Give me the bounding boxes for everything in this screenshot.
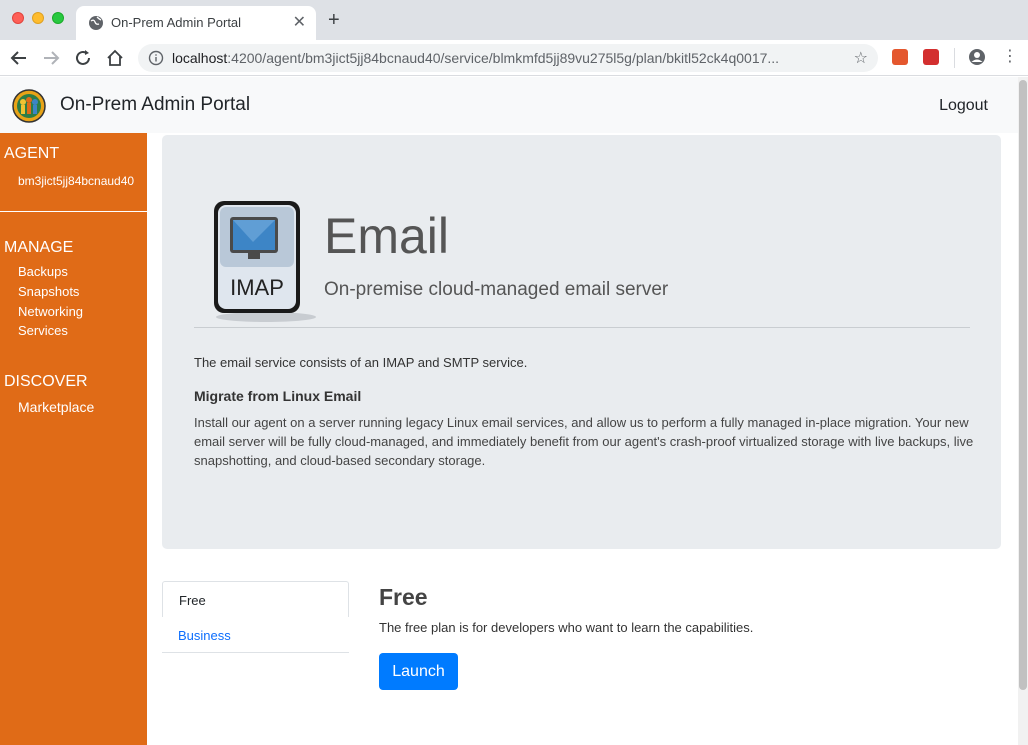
extension-icon[interactable]: [923, 49, 939, 65]
info-icon[interactable]: [148, 50, 164, 66]
imap-icon: IMAP: [214, 201, 316, 322]
service-description: The email service consists of an IMAP an…: [194, 355, 528, 370]
reload-icon[interactable]: [72, 47, 94, 69]
sidebar-heading-manage: MANAGE: [4, 239, 74, 256]
sidebar-heading-discover: DISCOVER: [4, 373, 88, 390]
sidebar-item-networking[interactable]: Networking: [18, 304, 83, 319]
close-tab-icon[interactable]: ✕: [293, 12, 306, 32]
profile-icon[interactable]: [968, 48, 986, 66]
sidebar-item-services[interactable]: Services: [18, 323, 68, 338]
logout-link[interactable]: Logout: [939, 97, 988, 115]
globe-icon: [89, 16, 103, 30]
plan-tab-free[interactable]: Free: [162, 581, 349, 617]
browser-tab-bar: On-Prem Admin Portal ✕ +: [0, 0, 1028, 40]
service-jumbotron: IMAP Email On-premise cloud-managed emai…: [162, 135, 1001, 549]
brand-title[interactable]: On-Prem Admin Portal: [60, 94, 250, 116]
scrollbar-thumb[interactable]: [1019, 80, 1027, 690]
page-title: Email: [324, 208, 450, 264]
extension-icon[interactable]: [892, 49, 908, 65]
plan-tab-business[interactable]: Business: [162, 617, 349, 653]
bookmark-star-icon[interactable]: ☆: [854, 48, 868, 68]
plan-title: Free: [379, 584, 428, 610]
launch-button[interactable]: Launch: [379, 653, 458, 690]
toolbar-divider: [954, 48, 955, 68]
minimize-window-button[interactable]: [32, 12, 44, 24]
sidebar-heading-agent: AGENT: [4, 145, 60, 162]
forward-arrow-icon[interactable]: [40, 47, 62, 69]
close-window-button[interactable]: [12, 12, 24, 24]
sidebar-item-agent[interactable]: bm3jict5jj84bcnaud40: [18, 174, 134, 188]
sidebar-item-backups[interactable]: Backups: [18, 264, 68, 279]
migrate-heading: Migrate from Linux Email: [194, 388, 362, 404]
imap-icon-label: IMAP: [230, 275, 284, 300]
plan-list: Free Business: [162, 581, 349, 653]
address-bar[interactable]: localhost:4200/agent/bm3jict5jj84bcnaud4…: [138, 44, 878, 72]
plan-description: The free plan is for developers who want…: [379, 620, 754, 635]
new-tab-icon[interactable]: +: [328, 9, 340, 32]
browser-tab[interactable]: On-Prem Admin Portal ✕: [76, 6, 316, 40]
sidebar-item-marketplace[interactable]: Marketplace: [18, 399, 94, 415]
page-subtitle: On-premise cloud-managed email server: [324, 279, 669, 300]
sidebar-item-snapshots[interactable]: Snapshots: [18, 284, 79, 299]
logo-icon: [12, 89, 46, 123]
sidebar: AGENT bm3jict5jj84bcnaud40 MANAGE Backup…: [0, 133, 147, 745]
browser-toolbar: localhost:4200/agent/bm3jict5jj84bcnaud4…: [0, 40, 1028, 76]
migrate-paragraph: Install our agent on a server running le…: [194, 415, 974, 468]
home-icon[interactable]: [104, 47, 126, 69]
tab-title: On-Prem Admin Portal: [111, 15, 242, 30]
app-header: On-Prem Admin Portal Logout: [0, 77, 1018, 133]
url-text: localhost:4200/agent/bm3jict5jj84bcnaud4…: [172, 50, 780, 66]
sidebar-divider: [0, 211, 147, 212]
jumbotron-divider: [194, 327, 970, 328]
browser-menu-icon[interactable]: ⋮: [1002, 46, 1018, 66]
maximize-window-button[interactable]: [52, 12, 64, 24]
back-arrow-icon[interactable]: [8, 47, 30, 69]
